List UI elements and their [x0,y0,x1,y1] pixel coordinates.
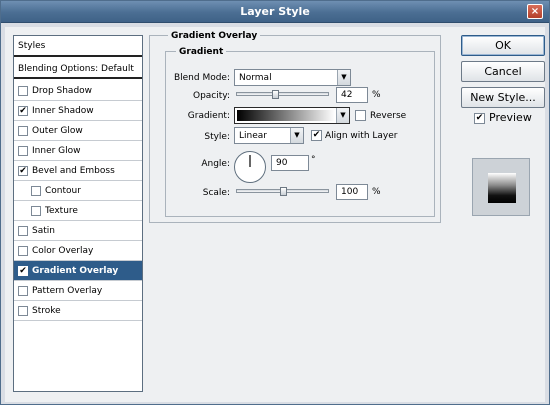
style-item-inner-shadow[interactable]: ✔ Inner Shadow [14,101,142,121]
dialog-content: Styles Blending Options: Default Drop Sh… [5,27,545,402]
style-item-inner-glow[interactable]: Inner Glow [14,141,142,161]
cancel-button[interactable]: Cancel [461,61,545,82]
title-bar[interactable]: Layer Style × [1,1,549,23]
style-item-outer-glow[interactable]: Outer Glow [14,121,142,141]
style-item-stroke[interactable]: Stroke [14,301,142,321]
chevron-down-icon: ▼ [290,128,303,143]
reverse-checkbox[interactable] [355,110,366,121]
ok-button[interactable]: OK [461,35,545,56]
style-item-color-overlay[interactable]: Color Overlay [14,241,142,261]
style-checkbox[interactable] [18,126,28,136]
gradient-overlay-title: Gradient Overlay [168,31,261,41]
preview-label: Preview [489,111,532,124]
new-style-button[interactable]: New Style... [461,87,545,108]
scale-input[interactable]: 100 [336,184,368,200]
style-item-label: Contour [45,186,81,196]
style-item-satin[interactable]: Satin [14,221,142,241]
opacity-input[interactable]: 42 [336,87,368,103]
angle-label: Angle: [201,159,230,169]
blending-options-item[interactable]: Blending Options: Default [14,59,142,79]
style-item-label: Color Overlay [32,246,94,256]
blend-mode-label: Blend Mode: [173,73,230,83]
style-item-label: Drop Shadow [32,86,93,96]
style-checkbox[interactable] [31,186,41,196]
preview-checkbox[interactable]: ✔ [474,113,485,124]
style-checkbox[interactable]: ✔ [18,106,28,116]
style-item-label: Bevel and Emboss [32,166,115,176]
style-item-label: Stroke [32,306,61,316]
opacity-slider-thumb[interactable] [272,90,280,99]
style-item-pattern-overlay[interactable]: Pattern Overlay [14,281,142,301]
style-checkbox[interactable] [18,86,28,96]
opacity-label: Opacity: [193,91,230,101]
gradient-label: Gradient: [187,111,230,121]
opacity-slider-track[interactable] [236,92,329,96]
gradient-picker[interactable]: ▼ [234,107,350,124]
blend-mode-value: Normal [239,73,272,83]
angle-unit: ° [311,155,316,165]
align-with-layer-checkbox[interactable]: ✔ [311,130,322,141]
style-checkbox[interactable] [31,206,41,216]
style-item-gradient-overlay[interactable]: ✔ Gradient Overlay [14,261,142,281]
style-item-contour[interactable]: Contour [14,181,142,201]
angle-input[interactable]: 90 [271,155,309,171]
close-button[interactable]: × [527,4,543,19]
window-title: Layer Style [240,5,310,18]
style-item-label: Inner Shadow [32,106,94,116]
style-item-drop-shadow[interactable]: Drop Shadow [14,81,142,101]
align-with-layer-label: Align with Layer [325,131,398,141]
style-checkbox[interactable] [18,246,28,256]
style-checkbox[interactable] [18,146,28,156]
style-item-label: Inner Glow [32,146,81,156]
layer-style-dialog: Layer Style × Styles Blending Options: D… [0,0,550,405]
scale-label: Scale: [202,188,230,198]
style-item-label: Outer Glow [32,126,83,136]
angle-needle [249,155,251,167]
gradient-group-title: Gradient [176,47,227,57]
opacity-unit: % [372,90,381,100]
style-label: Style: [204,132,230,142]
blend-mode-select[interactable]: Normal ▼ [234,69,351,86]
style-item-texture[interactable]: Texture [14,201,142,221]
preview-swatch [488,173,516,203]
chevron-down-icon[interactable]: ▼ [336,108,349,123]
style-checkbox[interactable]: ✔ [18,166,28,176]
scale-slider-thumb[interactable] [279,187,287,196]
styles-list: Styles Blending Options: Default Drop Sh… [13,35,143,392]
style-checkbox[interactable] [18,286,28,296]
style-checkbox[interactable] [18,226,28,236]
style-item-label: Pattern Overlay [32,286,103,296]
gradient-style-value: Linear [239,131,267,141]
style-item-label: Gradient Overlay [32,266,119,276]
style-checkbox[interactable]: ✔ [18,266,28,276]
gradient-style-select[interactable]: Linear ▼ [234,127,304,144]
gradient-preview[interactable] [237,110,335,121]
reverse-label: Reverse [370,111,407,121]
angle-dial[interactable] [234,151,266,183]
style-checkbox[interactable] [18,306,28,316]
style-item-label: Texture [45,206,78,216]
chevron-down-icon: ▼ [337,70,350,85]
style-preview [472,158,530,216]
style-item-label: Satin [32,226,55,236]
style-item-bevel-and-emboss[interactable]: ✔ Bevel and Emboss [14,161,142,181]
scale-unit: % [372,187,381,197]
styles-header[interactable]: Styles [14,36,142,57]
